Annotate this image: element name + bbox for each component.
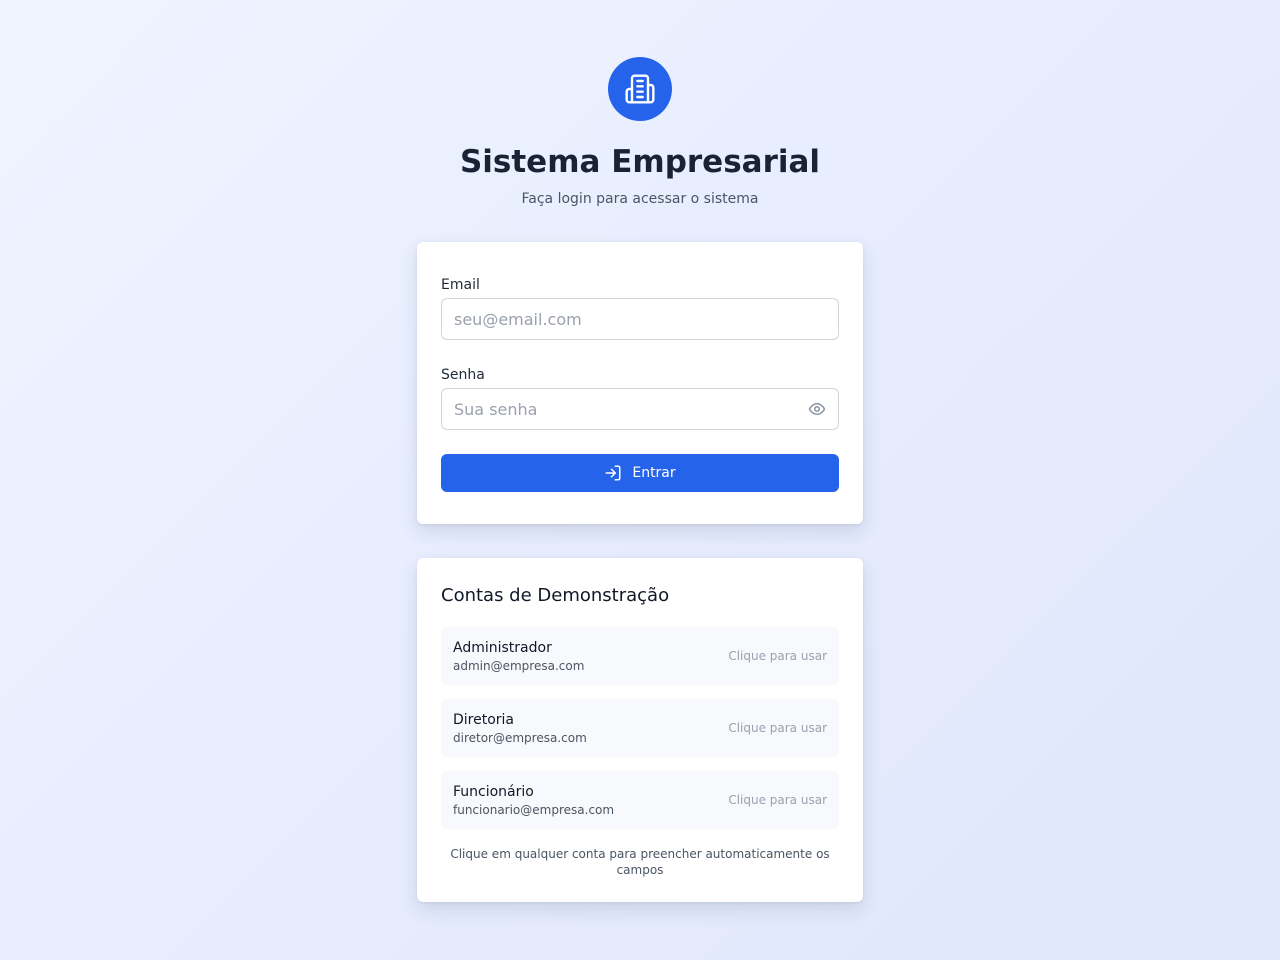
account-name: Funcionário	[453, 784, 534, 800]
eye-icon	[808, 403, 826, 415]
email-field[interactable]	[441, 298, 839, 340]
demo-account-admin[interactable]: Administrador admin@empresa.com Clique p…	[441, 627, 839, 685]
account-hint: Clique para usar	[728, 649, 827, 663]
account-email: funcionario@empresa.com	[453, 803, 615, 817]
demo-accounts-card: Contas de Demonstração Administrador adm…	[417, 558, 863, 902]
account-email: admin@empresa.com	[453, 659, 585, 673]
demo-account-funcionario[interactable]: Funcionário funcionario@empresa.com Cliq…	[441, 771, 839, 829]
page-subtitle: Faça login para acessar o sistema	[521, 191, 759, 207]
password-label: Senha	[441, 367, 485, 383]
login-button[interactable]: Entrar	[441, 454, 839, 492]
demo-account-diretoria[interactable]: Diretoria diretor@empresa.com Clique par…	[441, 699, 839, 757]
login-icon	[605, 465, 621, 481]
demo-accounts-title: Contas de Demonstração	[441, 585, 670, 606]
toggle-password-button[interactable]	[807, 399, 827, 419]
login-card: Email Senha Entrar	[417, 242, 863, 524]
building-icon	[625, 74, 655, 104]
demo-footnote: Clique em qualquer conta para preencher …	[450, 847, 830, 877]
account-hint: Clique para usar	[728, 721, 827, 735]
logo-badge	[608, 57, 672, 121]
account-email: diretor@empresa.com	[453, 731, 587, 745]
account-hint: Clique para usar	[728, 793, 827, 807]
account-name: Administrador	[453, 640, 552, 656]
page-title: Sistema Empresarial	[459, 144, 821, 180]
email-label: Email	[441, 277, 480, 293]
account-name: Diretoria	[453, 712, 515, 728]
password-field[interactable]	[441, 388, 839, 430]
login-button-label: Entrar	[632, 465, 676, 481]
